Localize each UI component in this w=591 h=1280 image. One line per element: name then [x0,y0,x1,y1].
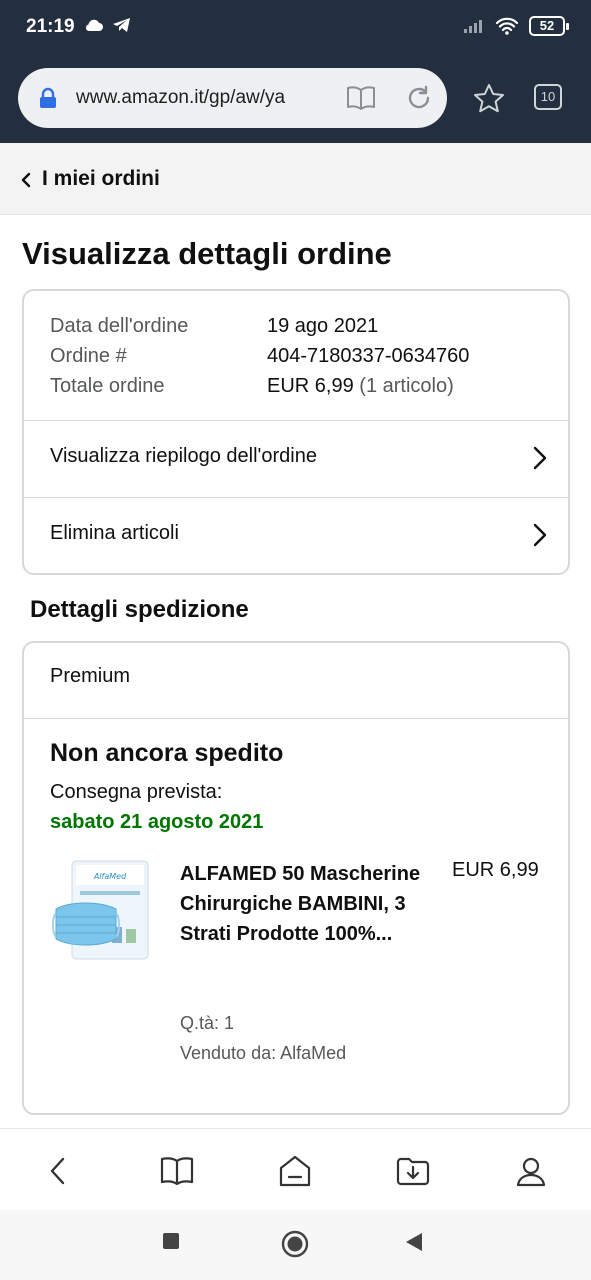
recent-apps-icon[interactable] [162,1232,180,1250]
chevron-right-icon [533,523,547,547]
lock-icon [40,87,56,108]
order-total-row: Totale ordine EUR 6,99 (1 articolo) [50,371,469,401]
order-date-value: 19 ago 2021 [267,315,379,337]
cloud-icon [85,19,103,31]
shipping-service: Premium [50,665,131,687]
order-summary: Data dell'ordine 19 ago 2021 Ordine # 40… [50,311,469,401]
book-icon [160,1157,194,1186]
status-time: 21:19 [26,16,75,37]
home-circle-icon[interactable] [281,1230,309,1258]
back-button[interactable] [38,1151,78,1191]
signal-icon [464,20,482,33]
status-system-icons: 52 [463,16,569,36]
product-seller: Venduto da: AlfaMed [180,1043,347,1063]
downloads-button[interactable] [393,1151,433,1191]
download-folder-icon [396,1157,430,1186]
view-order-summary-link[interactable]: Visualizza riepilogo dell'ordine [24,421,568,497]
page-title: Visualizza dettagli ordine [22,236,392,271]
order-date-row: Data dell'ordine 19 ago 2021 [50,311,469,341]
status-notification-icons [84,17,132,33]
product-image[interactable]: AlfaMed [52,857,152,963]
order-total-value: EUR 6,99 (1 articolo) [267,371,454,401]
tab-switcher-button[interactable]: 10 [534,84,562,110]
reload-icon[interactable] [405,84,433,112]
view-order-summary-label: Visualizza riepilogo dell'ordine [50,445,317,467]
order-total-label: Totale ordine [50,375,165,397]
wifi-icon [495,17,519,35]
back-arrow-icon [50,1157,65,1185]
product-price: EUR 6,99 [452,859,539,881]
order-number-label: Ordine # [50,345,127,367]
order-number-row: Ordine # 404-7180337-0634760 [50,341,469,371]
bookmark-star-icon[interactable] [473,83,505,113]
order-date-label: Data dell'ordine [50,315,189,337]
battery-indicator: 52 [529,16,569,36]
order-item-count: (1 articolo) [359,375,454,397]
address-bar[interactable]: www.amazon.it/gp/aw/ya [18,68,447,128]
chevron-left-icon [21,172,31,188]
home-button[interactable] [275,1151,315,1191]
delivery-label: Consegna prevista: [50,781,223,803]
order-total-amount: EUR 6,99 [267,375,354,397]
delete-items-link[interactable]: Elimina articoli [24,498,568,574]
shipping-section-title: Dettagli spedizione [30,596,249,623]
browser-chrome: 21:19 52 www.amazon.it/gp/aw/ya 10 [0,0,591,143]
shipping-card: Premium Non ancora spedito Consegna prev… [22,641,570,1115]
profile-button[interactable] [511,1151,551,1191]
bookmarks-button[interactable] [157,1151,197,1191]
system-nav-bar [0,1210,591,1280]
url-text[interactable]: www.amazon.it/gp/aw/ya [76,87,338,109]
order-number-value: 404-7180337-0634760 [267,345,470,367]
delete-items-label: Elimina articoli [50,522,179,544]
package-brand-logo: AlfaMed [93,872,127,881]
product-title[interactable]: ALFAMED 50 Mascherine Chirurgiche BAMBIN… [180,859,430,949]
chevron-right-icon [533,446,547,470]
user-icon [516,1157,546,1187]
breadcrumb[interactable]: I miei ordini [0,143,591,215]
order-summary-card: Data dell'ordine 19 ago 2021 Ordine # 40… [22,289,570,575]
breadcrumb-label[interactable]: I miei ordini [42,167,160,191]
reader-mode-icon[interactable] [346,85,376,111]
delivery-date: sabato 21 agosto 2021 [50,811,264,833]
browser-bottom-nav [0,1128,591,1210]
telegram-icon [113,18,130,32]
home-icon [279,1155,311,1187]
back-triangle-icon[interactable] [404,1232,424,1252]
divider [24,718,568,719]
product-quantity: Q.tà: 1 [180,1013,235,1033]
shipment-status: Non ancora spedito [50,739,284,767]
status-bar: 21:19 52 [0,0,591,56]
